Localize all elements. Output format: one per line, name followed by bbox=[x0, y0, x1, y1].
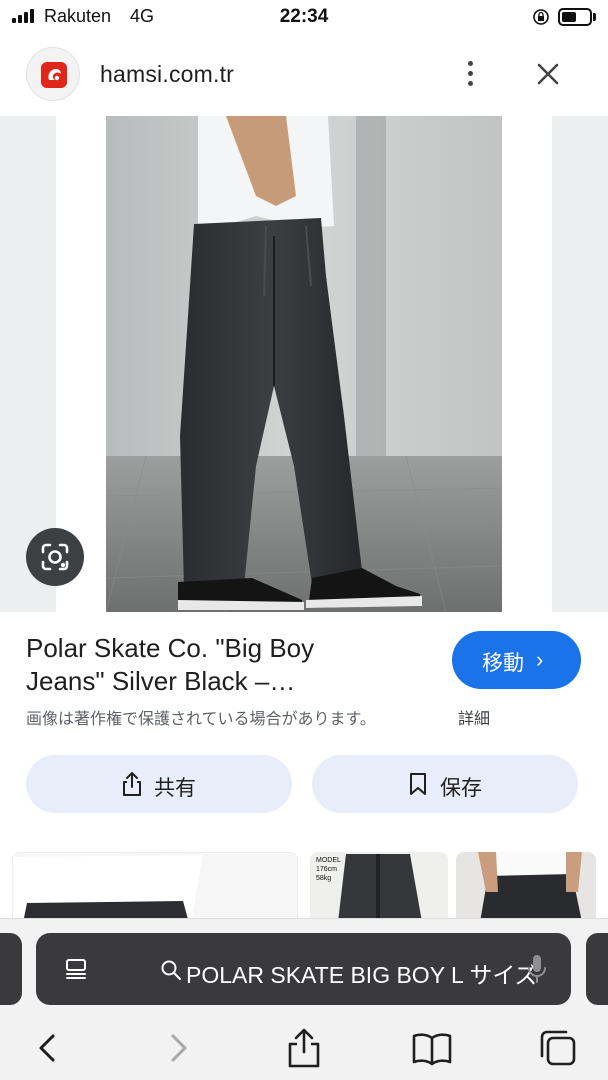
share-label: 共有 bbox=[154, 777, 196, 800]
microphone-icon[interactable] bbox=[527, 953, 547, 985]
tabs-icon[interactable] bbox=[536, 1026, 580, 1070]
site-favicon[interactable] bbox=[26, 47, 80, 101]
adjacent-image-right[interactable] bbox=[552, 116, 608, 612]
google-lens-icon[interactable] bbox=[26, 528, 84, 586]
related-thumbnail[interactable]: MODEL 176cm 58kg bbox=[310, 852, 448, 920]
previous-tab-preview[interactable] bbox=[0, 933, 22, 1005]
related-thumbnail[interactable] bbox=[12, 852, 298, 920]
model-size-note: MODEL 176cm 58kg bbox=[316, 857, 341, 882]
forward-icon[interactable] bbox=[156, 1026, 200, 1070]
orientation-lock-icon bbox=[533, 9, 549, 25]
address-bar-text[interactable]: POLAR SKATE BIG BOY L サイズ bbox=[186, 956, 536, 990]
share-icon[interactable] bbox=[282, 1026, 326, 1070]
product-photo[interactable] bbox=[106, 116, 502, 612]
related-images-strip: MODEL 176cm 58kg bbox=[0, 848, 608, 920]
next-tab-preview[interactable] bbox=[586, 933, 608, 1005]
result-sheet-header: hamsi.com.tr bbox=[0, 34, 608, 116]
battery-tip bbox=[593, 13, 596, 21]
share-icon bbox=[123, 772, 141, 796]
copyright-notice: 画像は著作権で保護されている場合があります。 bbox=[26, 711, 376, 728]
hamsi-logo-icon bbox=[48, 69, 61, 81]
bookmark-icon bbox=[410, 773, 426, 795]
browser-toolbar bbox=[0, 1018, 608, 1080]
related-thumbnail[interactable] bbox=[456, 852, 596, 920]
result-title: Polar Skate Co. "Big Boy Jeans" Silver B… bbox=[26, 632, 446, 698]
close-icon[interactable] bbox=[530, 56, 566, 92]
search-icon bbox=[161, 960, 181, 980]
chevron-right-icon: › bbox=[536, 647, 544, 672]
details-link[interactable]: 詳細 bbox=[458, 705, 490, 729]
battery-icon bbox=[558, 8, 592, 26]
status-time: 22:34 bbox=[279, 6, 329, 27]
bookmarks-book-icon[interactable] bbox=[410, 1026, 454, 1070]
save-button[interactable]: 保存 bbox=[312, 755, 578, 813]
browser-address-area: POLAR SKATE BIG BOY L サイズ bbox=[0, 918, 608, 1018]
status-bar: Rakuten 4G 22:34 bbox=[0, 0, 608, 34]
more-options-icon[interactable] bbox=[452, 56, 488, 92]
back-icon[interactable] bbox=[26, 1026, 70, 1070]
result-title-line-1: Polar Skate Co. "Big Boy bbox=[26, 633, 315, 663]
page-menu-icon[interactable] bbox=[64, 957, 88, 981]
visit-button-label: 移動 bbox=[482, 652, 524, 675]
visit-button[interactable]: 移動 › bbox=[452, 631, 581, 689]
image-preview-panel[interactable] bbox=[0, 116, 608, 612]
site-domain[interactable]: hamsi.com.tr bbox=[100, 61, 234, 88]
share-button[interactable]: 共有 bbox=[26, 755, 292, 813]
result-title-line-2: Jeans" Silver Black –… bbox=[26, 666, 296, 696]
save-label: 保存 bbox=[440, 777, 482, 800]
address-bar[interactable]: POLAR SKATE BIG BOY L サイズ bbox=[36, 933, 571, 1005]
